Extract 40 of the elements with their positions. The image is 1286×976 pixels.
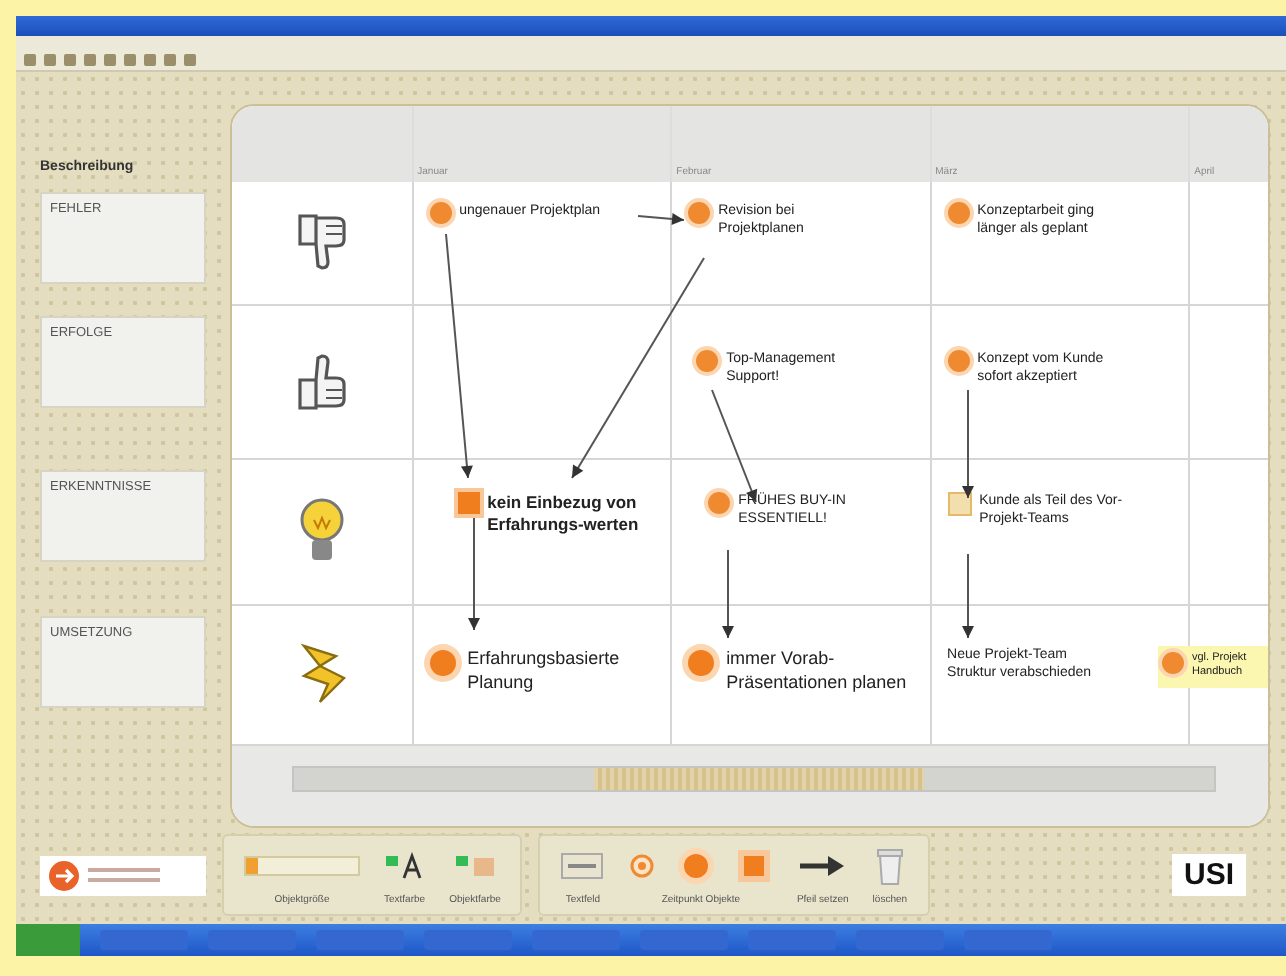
taskbar-item[interactable] <box>964 930 1052 951</box>
object-color-icon[interactable] <box>453 852 497 881</box>
event-label: kein Einbezug von Erfahrungs-werten <box>487 491 641 538</box>
event-marker[interactable] <box>688 649 715 676</box>
arrow <box>468 516 480 631</box>
scrollbar[interactable] <box>292 766 1216 793</box>
large-circle-icon[interactable] <box>676 846 717 887</box>
taskbar-item[interactable] <box>532 930 620 951</box>
event-marker[interactable] <box>696 349 719 372</box>
start-button[interactable] <box>16 924 80 957</box>
arrow <box>637 212 685 225</box>
event-marker[interactable] <box>1162 651 1184 674</box>
text-color-icon[interactable] <box>384 852 425 881</box>
event-marker[interactable] <box>688 201 711 224</box>
size-slider[interactable] <box>244 856 360 877</box>
event-marker[interactable] <box>947 491 972 516</box>
text-field-icon[interactable] <box>560 852 605 881</box>
taskbar-item[interactable] <box>856 930 944 951</box>
small-circle-icon[interactable] <box>628 852 657 881</box>
taskbar-item[interactable] <box>640 930 728 951</box>
arrow <box>962 388 974 499</box>
event-marker[interactable] <box>708 491 731 514</box>
event-marker[interactable] <box>429 201 452 224</box>
event-label: immer Vorab-Präsentationen planen <box>726 645 909 694</box>
square-icon[interactable] <box>736 848 773 885</box>
event-label: Erfahrungsbasierte Planung <box>467 645 622 694</box>
taskbar-item[interactable] <box>208 930 296 951</box>
taskbar-item[interactable] <box>424 930 512 951</box>
event-marker[interactable] <box>947 349 970 372</box>
trash-icon[interactable] <box>875 846 904 887</box>
event-marker[interactable] <box>457 491 480 514</box>
event-marker[interactable] <box>429 649 456 676</box>
arrow <box>722 548 734 639</box>
taskbar-item[interactable] <box>316 930 404 951</box>
logo-text: USI <box>1171 854 1246 897</box>
taskbar-item[interactable] <box>748 930 836 951</box>
taskbar-item[interactable] <box>100 930 188 951</box>
arrow <box>962 552 974 639</box>
event-marker[interactable] <box>947 201 970 224</box>
arrow-icon[interactable] <box>798 854 847 879</box>
